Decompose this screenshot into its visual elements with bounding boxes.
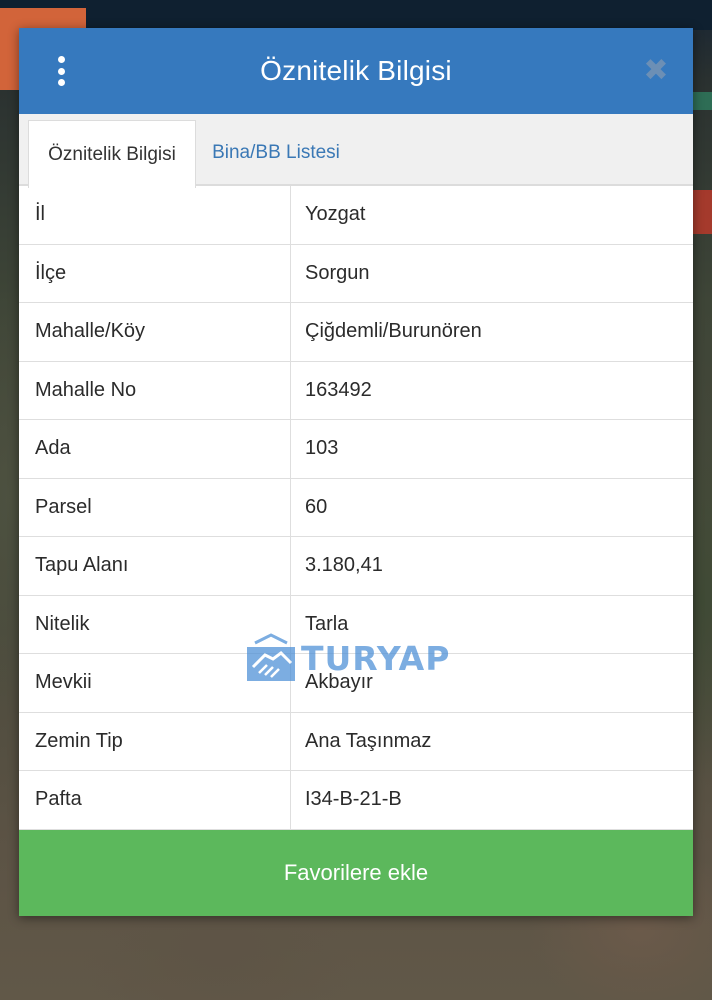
table-row: Nitelik Tarla	[19, 595, 693, 654]
row-label: Parsel	[19, 478, 291, 536]
map-top-bar	[0, 0, 712, 30]
row-value: Çiğdemli/Burunören	[305, 320, 482, 343]
dialog-title: Öznitelik Bilgisi	[260, 55, 452, 86]
table-row: Parsel 60	[19, 478, 693, 537]
table-row: Zemin Tip Ana Taşınmaz	[19, 712, 693, 771]
table-row: Mahalle No 163492	[19, 361, 693, 420]
row-value: I34-B-21-B	[305, 788, 402, 811]
row-label: İl	[19, 186, 291, 244]
table-row: İl Yozgat	[19, 186, 693, 245]
row-label: Pafta	[19, 771, 291, 829]
row-value: 60	[305, 495, 328, 518]
row-value: Ana Taşınmaz	[305, 729, 432, 752]
attribute-table: İl Yozgat İlçe Sorgun Mahalle/Köy Çiğdem…	[19, 186, 693, 830]
table-row: Mahalle/Köy Çiğdemli/Burunören	[19, 303, 693, 362]
tab-attribute-info[interactable]: Öznitelik Bilgisi	[28, 120, 196, 188]
row-label: Ada	[19, 420, 291, 478]
tab-building-list[interactable]: Bina/BB Listesi	[196, 120, 356, 186]
table-row: Mevkii Akbayır	[19, 654, 693, 713]
row-value: 163492	[305, 378, 372, 401]
row-label: Nitelik	[19, 595, 291, 653]
row-label: Zemin Tip	[19, 712, 291, 770]
table-row: Ada 103	[19, 420, 693, 479]
row-label: Mevkii	[19, 654, 291, 712]
map-feature	[693, 92, 712, 110]
row-value: 103	[305, 437, 339, 460]
row-label: Tapu Alanı	[19, 537, 291, 595]
row-value: Akbayır	[305, 671, 373, 694]
dialog-header: Öznitelik Bilgisi ✖	[19, 28, 693, 114]
table-row: İlçe Sorgun	[19, 244, 693, 303]
attribute-info-dialog: Öznitelik Bilgisi ✖ Öznitelik Bilgisi Bi…	[19, 28, 693, 916]
row-label: İlçe	[19, 244, 291, 302]
close-icon[interactable]: ✖	[641, 56, 671, 86]
map-parcel-marker	[692, 190, 712, 234]
row-label: Mahalle/Köy	[19, 303, 291, 361]
tab-bar: Öznitelik Bilgisi Bina/BB Listesi	[19, 114, 693, 188]
table-row: Pafta I34-B-21-B	[19, 771, 693, 830]
row-value: Sorgun	[305, 261, 370, 284]
row-value: 3.180,41	[305, 554, 383, 577]
row-value: Tarla	[305, 612, 349, 635]
add-to-favorites-button[interactable]: Favorilere ekle	[19, 830, 693, 916]
row-label: Mahalle No	[19, 361, 291, 419]
table-row: Tapu Alanı 3.180,41	[19, 537, 693, 596]
more-vertical-icon[interactable]	[53, 56, 69, 86]
row-value: Yozgat	[305, 203, 366, 226]
